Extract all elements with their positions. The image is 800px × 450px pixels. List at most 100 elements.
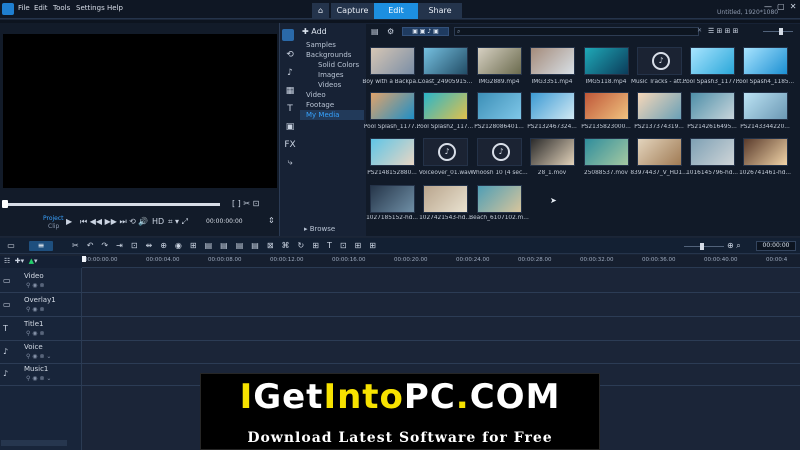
media-thumbnail[interactable] (530, 138, 575, 166)
audio-thumbnail[interactable]: ♪ (637, 47, 682, 75)
ruler-label: 00:00:04.00 (146, 257, 180, 263)
media-label: Beach_6107102.m... (469, 215, 529, 221)
ruler-label: 00:00:08.00 (208, 257, 242, 263)
add-label: Add (311, 27, 327, 36)
media-thumbnail[interactable] (690, 47, 735, 75)
tree-item-video[interactable]: Video (306, 90, 326, 100)
track-controls[interactable]: ⚲ ◉ ⊗ (26, 306, 44, 313)
playback-controls[interactable]: ⏮ ◀◀ ▶▶ ⏭ ⟲ 🔊 (80, 217, 148, 227)
timeline-tool-icons[interactable]: ✂↶↷⇥⊡⇹⊕◉⊞▤▤▤▤⊠⌘↻⊞T⊡⊞⊞ (72, 241, 384, 250)
menu-help[interactable]: Help (107, 4, 123, 12)
zoom-handle[interactable] (700, 243, 704, 250)
media-thumbnail[interactable] (370, 92, 415, 120)
trim-markers[interactable]: [ ] ✂ ⊡ (232, 199, 259, 208)
media-thumbnail[interactable] (423, 47, 468, 75)
timeline-ruler[interactable] (82, 255, 800, 268)
tree-item-samples[interactable]: Samples (306, 40, 336, 50)
menu-settings[interactable]: Settings (76, 4, 105, 12)
media-thumbnail[interactable] (743, 138, 788, 166)
tree-item-videos[interactable]: Videos (318, 80, 341, 90)
track-manager-icons[interactable]: ☷ ✚▾ ▲▾ (4, 257, 37, 265)
ruler-label: 00:00:28.00 (518, 257, 552, 263)
preview-timecode: 00:00:00:00 (206, 218, 243, 225)
track-controls[interactable]: ⚲ ◉ ⊗ ⌄ (26, 375, 51, 382)
fit-icon[interactable]: ⊕ ⌕ (727, 241, 741, 251)
menu-edit[interactable]: Edit (34, 4, 48, 12)
track-controls[interactable]: ⚲ ◉ ⊗ ⌄ (26, 353, 51, 360)
media-thumbnail[interactable] (743, 47, 788, 75)
media-thumbnail[interactable] (477, 185, 522, 213)
media-thumbnail[interactable] (477, 92, 522, 120)
search-input[interactable]: ⌕ (454, 27, 699, 36)
banner-title-i: I (239, 377, 254, 417)
display-icons[interactable]: ⌗ ▾ ⤢ (168, 217, 188, 227)
clip-mode[interactable]: Clip (48, 223, 59, 230)
clear-search-icon[interactable]: ✕ (697, 27, 702, 34)
media-thumbnail[interactable] (370, 47, 415, 75)
tab-capture[interactable]: Capture (331, 3, 374, 19)
media-thumbnail[interactable] (637, 138, 682, 166)
scrubber-track[interactable] (4, 203, 220, 206)
audio-thumbnail[interactable]: ♪ (477, 138, 522, 166)
tree-item-footage[interactable]: Footage (306, 100, 334, 110)
media-thumbnail[interactable] (423, 185, 468, 213)
media-thumbnail[interactable] (530, 47, 575, 75)
timeline-view-icon[interactable]: ≡ (29, 241, 53, 251)
track-name: Video (24, 272, 44, 280)
menu-tools[interactable]: Tools (53, 4, 70, 12)
media-thumbnail[interactable] (584, 47, 629, 75)
media-thumbnail[interactable] (370, 185, 415, 213)
music-note-icon: ♪ (652, 52, 670, 70)
media-thumbnail[interactable] (743, 92, 788, 120)
timecode-spinner[interactable]: ⇕ (268, 216, 275, 225)
thumbnail-size-handle[interactable] (779, 28, 783, 35)
menu-file[interactable]: File (18, 4, 30, 12)
track-controls[interactable]: ⚲ ◉ ⊗ (26, 282, 44, 289)
play-button[interactable]: ▶ (66, 217, 72, 226)
filter-buttons[interactable]: ▣ ▣ ♪ ▣ (402, 27, 449, 36)
tree-item-images[interactable]: Images (318, 70, 344, 80)
media-thumbnail[interactable] (370, 138, 415, 166)
tree-item-my-media[interactable]: My Media (300, 110, 364, 120)
browse-button[interactable]: ▸ Browse (304, 225, 335, 233)
tab-share[interactable]: Share (418, 3, 462, 19)
preview-screen[interactable] (3, 34, 277, 188)
ruler-label: 00:00:24.00 (456, 257, 490, 263)
tab-edit[interactable]: Edit (374, 3, 418, 19)
media-thumbnail[interactable] (637, 92, 682, 120)
media-thumbnail[interactable] (584, 138, 629, 166)
home-tab[interactable]: ⌂ (312, 3, 329, 19)
thumbnail-size-slider[interactable] (763, 31, 793, 32)
timeline-scrollbar[interactable] (1, 440, 67, 446)
scrubber-handle[interactable] (2, 200, 8, 208)
quality-label[interactable]: HD (152, 217, 164, 226)
media-thumbnail[interactable] (477, 47, 522, 75)
banner-title-get: Get (253, 377, 324, 417)
media-thumbnail[interactable] (690, 138, 735, 166)
project-mode[interactable]: Project (43, 215, 64, 222)
ruler-label: 00:00:32.00 (580, 257, 614, 263)
tree-item-backgrounds[interactable]: Backgrounds (306, 50, 351, 60)
media-thumbnail[interactable] (530, 92, 575, 120)
track-controls[interactable]: ⚲ ◉ ⊗ (26, 330, 44, 337)
media-thumbnail[interactable] (690, 92, 735, 120)
library-nav-icons[interactable]: ⟲ ♪ ▦ T ▣ FX ⤷ (284, 46, 296, 172)
add-folder-button[interactable]: ✚ Add (302, 27, 327, 36)
media-icon[interactable] (282, 29, 294, 41)
audio-thumbnail[interactable]: ♪ (423, 138, 468, 166)
watermark-banner: IGetIntoPC.COM Download Latest Software … (200, 373, 600, 450)
zoom-slider[interactable] (684, 246, 724, 247)
media-label: 1026741461-hd... (739, 170, 791, 176)
folder-icon[interactable]: ▤ (371, 27, 379, 36)
timeline-timecode[interactable]: 00:00:00 (756, 241, 796, 251)
track-type-icon: ▭ (3, 300, 11, 309)
playhead[interactable] (82, 256, 86, 262)
view-mode-icons[interactable]: ☰ ⊞ ⊞ ⊞ (708, 27, 739, 35)
media-thumbnail[interactable] (423, 92, 468, 120)
tree-item-solid-colors[interactable]: Solid Colors (318, 60, 359, 70)
ruler-label: 00:00:00.00 (84, 257, 118, 263)
storyboard-view-icon[interactable]: ▭ (2, 241, 20, 251)
gear-icon[interactable]: ⚙ (387, 27, 394, 36)
track-name: Title1 (24, 320, 44, 328)
media-thumbnail[interactable] (584, 92, 629, 120)
